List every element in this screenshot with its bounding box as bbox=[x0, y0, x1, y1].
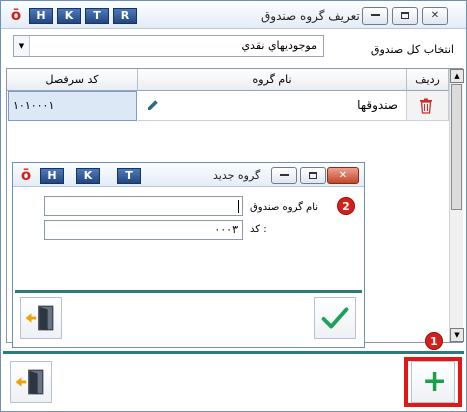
main-window: ō H K T R تعريف گروه صندوق ✕ انتخاب کل ص… bbox=[0, 0, 467, 412]
checkmark-icon bbox=[321, 307, 349, 329]
close-icon: ✕ bbox=[338, 170, 348, 181]
add-button-highlight: + bbox=[404, 357, 462, 407]
letter-k-button[interactable]: K bbox=[57, 8, 81, 24]
step-badge-1: 1 bbox=[425, 332, 443, 350]
edit-pencil-icon[interactable] bbox=[146, 98, 160, 112]
letter-r-button[interactable]: R bbox=[113, 8, 137, 24]
fund-category-value: موجوديهاي نقدي bbox=[241, 39, 317, 52]
letter-t-button[interactable]: T bbox=[85, 8, 109, 24]
cell-group-name: صندوقها bbox=[357, 98, 398, 112]
vertical-scrollbar[interactable]: ▲ ▼ bbox=[449, 69, 464, 342]
scroll-thumb[interactable] bbox=[451, 84, 462, 210]
add-button[interactable]: + bbox=[411, 361, 455, 403]
new-group-dialog: ō H K T گروه جديد ✕ 2 نام گروه صندوق كد … bbox=[12, 162, 365, 348]
dialog-title: گروه جديد bbox=[213, 169, 261, 182]
minimize-button[interactable] bbox=[362, 7, 388, 25]
title-bar: ō H K T R تعريف گروه صندوق ✕ bbox=[1, 1, 466, 29]
group-name-input[interactable] bbox=[44, 196, 243, 216]
dialog-maximize-button[interactable] bbox=[300, 167, 326, 184]
bottom-separator bbox=[3, 351, 464, 354]
scroll-down-icon[interactable]: ▼ bbox=[450, 328, 464, 342]
exit-door-icon bbox=[15, 369, 44, 395]
dialog-confirm-button[interactable] bbox=[314, 297, 356, 339]
plus-icon: + bbox=[422, 364, 448, 399]
minimize-icon bbox=[370, 14, 380, 16]
code-label: كد : bbox=[250, 224, 267, 235]
step-badge-2: 2 bbox=[337, 197, 355, 215]
cell-ledger-code[interactable]: ۱۰۱۰۰۰۱ bbox=[8, 91, 137, 121]
fund-category-label: انتخاب کل صندوق bbox=[370, 43, 454, 56]
close-icon: ✕ bbox=[430, 10, 440, 21]
delete-trash-icon[interactable] bbox=[419, 98, 433, 114]
scroll-up-icon[interactable]: ▲ bbox=[450, 69, 464, 83]
dialog-letter-t-button[interactable]: T bbox=[117, 168, 141, 184]
maximize-icon bbox=[309, 171, 317, 179]
minimize-icon bbox=[279, 174, 289, 176]
dialog-separator bbox=[15, 290, 362, 293]
close-button[interactable]: ✕ bbox=[422, 7, 448, 25]
column-header-row[interactable]: رديف bbox=[407, 69, 449, 91]
fund-category-select[interactable]: ▼ موجوديهاي نقدي bbox=[13, 35, 324, 57]
window-title: تعريف گروه صندوق bbox=[261, 9, 360, 23]
app-logo-icon: ō bbox=[10, 6, 22, 24]
group-name-label: نام گروه صندوق bbox=[250, 202, 319, 213]
text-caret bbox=[238, 200, 239, 213]
cell-row-actions bbox=[407, 91, 449, 121]
dialog-logo-icon: ō bbox=[20, 166, 32, 184]
dialog-letter-h-button[interactable]: H bbox=[40, 168, 64, 184]
exit-button[interactable] bbox=[10, 361, 52, 403]
exit-door-icon bbox=[25, 305, 54, 331]
dialog-close-button[interactable]: ✕ bbox=[327, 167, 359, 184]
dialog-title-bar: ō H K T گروه جديد ✕ bbox=[13, 163, 364, 187]
table-row[interactable]: صندوقها bbox=[138, 91, 407, 121]
letter-h-button[interactable]: H bbox=[29, 8, 53, 24]
maximize-icon bbox=[401, 11, 409, 19]
column-header-ledger-code[interactable]: كد سرفصل bbox=[7, 69, 138, 91]
dialog-exit-button[interactable] bbox=[20, 297, 62, 339]
dialog-letter-k-button[interactable]: K bbox=[76, 168, 100, 184]
chevron-down-icon[interactable]: ▼ bbox=[14, 36, 30, 56]
code-input[interactable]: ۰۰۰۳ bbox=[44, 220, 243, 240]
maximize-button[interactable] bbox=[392, 7, 418, 25]
dialog-minimize-button[interactable] bbox=[271, 167, 297, 184]
column-header-group-name[interactable]: نام گروه bbox=[138, 69, 407, 91]
